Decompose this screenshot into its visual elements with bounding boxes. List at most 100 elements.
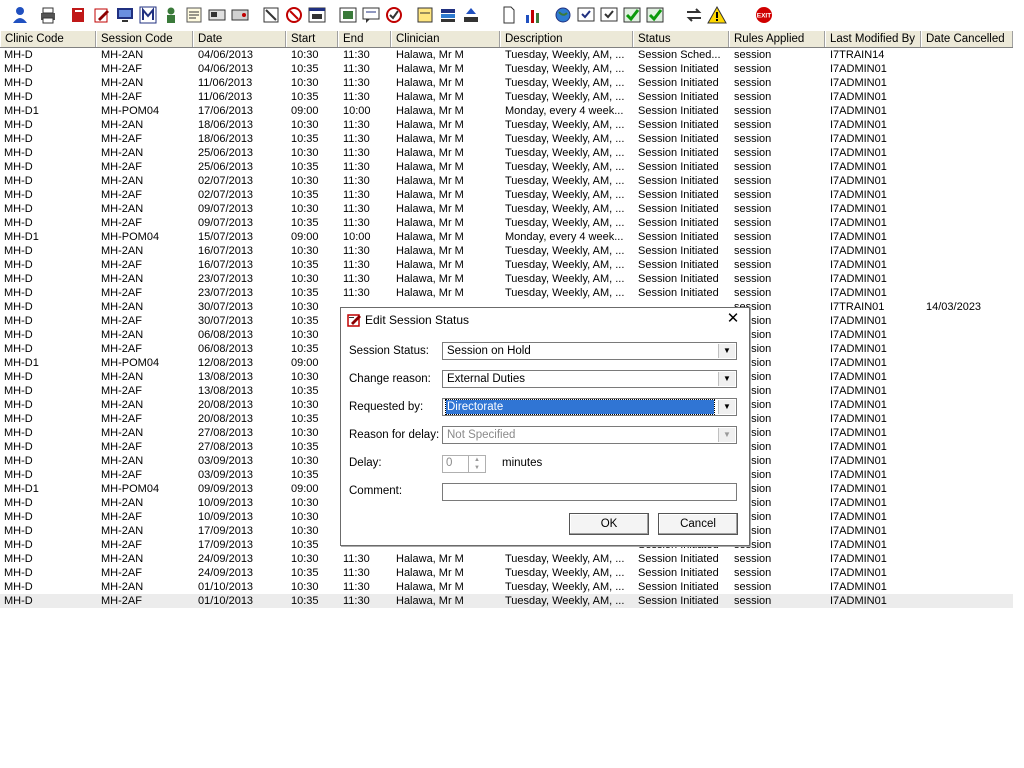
table-row[interactable]: MH-D1 MH-POM04 15/07/2013 09:00 10:00 Halawa,… [0,230,1013,244]
chevron-down-icon[interactable]: ▼ [718,400,735,414]
table-row[interactable]: MH-D MH-2AN 16/07/2013 10:30 11:30 Halawa, Mr… [0,244,1013,258]
table-cell: MH-2AN [101,49,144,61]
spin-down-icon[interactable]: ▼ [469,464,485,472]
table-row[interactable]: MH-D MH-2AF 18/06/2013 10:35 11:30 Halawa, Mr… [0,132,1013,146]
table-cell: 18/06/2013 [198,119,254,131]
table-row[interactable]: MH-D MH-2AN 02/07/2013 10:30 11:30 Halawa, Mr… [0,174,1013,188]
memo-icon[interactable] [415,5,435,25]
table-cell: 10:35 [291,63,319,75]
table-row[interactable]: MH-D MH-2AF 01/10/2013 10:35 11:30 Halawa, Mr… [0,594,1013,608]
table-row[interactable]: MH-D MH-2AN 01/10/2013 10:30 11:30 Halawa, Mr… [0,580,1013,594]
column-header[interactable]: Last Modified By [825,31,921,47]
table-row[interactable]: MH-D MH-2AF 04/06/2013 10:35 11:30 Halawa, Mr… [0,62,1013,76]
window-icon[interactable] [307,5,327,25]
table-row[interactable]: MH-D MH-2AN 23/07/2013 10:30 11:30 Halawa, Mr… [0,272,1013,286]
column-header[interactable]: Clinic Code [0,31,96,47]
column-header[interactable]: Date [193,31,286,47]
table-cell: MH-POM04 [101,231,160,243]
table-cell: Tuesday, Weekly, AM, ... [505,217,625,229]
table-cell: MH-POM04 [101,483,160,495]
person-icon[interactable] [161,5,181,25]
table-cell: MH-2AF [101,315,142,327]
column-header[interactable]: Session Code [96,31,193,47]
column-header[interactable]: Description [500,31,633,47]
warning-icon[interactable] [707,5,727,25]
table-cell: MH-D [4,133,33,145]
clear-icon[interactable] [261,5,281,25]
m-icon[interactable] [138,5,158,25]
column-header[interactable]: Clinician [391,31,500,47]
delay-stepper[interactable]: 0 ▲ ▼ [442,455,486,473]
swap-icon[interactable] [684,5,704,25]
table-cell: 10:30 [291,175,319,187]
check-circle-icon[interactable] [384,5,404,25]
table-row[interactable]: MH-D MH-2AF 16/07/2013 10:35 11:30 Halawa, Mr… [0,258,1013,272]
table-row[interactable]: MH-D MH-2AF 09/07/2013 10:35 11:30 Halawa, Mr… [0,216,1013,230]
notes-icon[interactable] [184,5,204,25]
cancel-button[interactable]: Cancel [658,513,738,535]
table-cell: session [734,105,772,117]
stack-icon[interactable] [438,5,458,25]
chart-icon[interactable] [522,5,542,25]
table-cell: MH-D [4,77,33,89]
column-header[interactable]: Rules Applied [729,31,825,47]
block-icon[interactable] [284,5,304,25]
ok-button[interactable]: OK [569,513,649,535]
print-icon[interactable] [38,5,58,25]
column-header[interactable]: Status [633,31,729,47]
table-row[interactable]: MH-D MH-2AN 04/06/2013 10:30 11:30 Halawa, Mr… [0,48,1013,62]
user-icon[interactable] [10,5,30,25]
chevron-down-icon[interactable]: ▼ [718,344,735,358]
column-header[interactable]: Date Cancelled [921,31,1013,47]
spin-up-icon[interactable]: ▲ [469,456,485,464]
table-row[interactable]: MH-D MH-2AF 11/06/2013 10:35 11:30 Halawa, Mr… [0,90,1013,104]
exit-icon[interactable]: EXIT [754,5,774,25]
table-row[interactable]: MH-D MH-2AN 25/06/2013 10:30 11:30 Halawa, Mr… [0,146,1013,160]
close-icon[interactable]: ✕ [725,311,741,327]
table-row[interactable]: MH-D MH-2AN 24/09/2013 10:30 11:30 Halawa, Mr… [0,552,1013,566]
chat-icon[interactable] [361,5,381,25]
table-cell: MH-D [4,455,33,467]
table-cell: 03/09/2013 [198,455,254,467]
change-reason-select[interactable]: External Duties ▼ [442,370,737,388]
table-row[interactable]: MH-D MH-2AN 11/06/2013 10:30 11:30 Halawa, Mr… [0,76,1013,90]
table-row[interactable]: MH-D MH-2AF 25/06/2013 10:35 11:30 Halawa, Mr… [0,160,1013,174]
green-check-icon[interactable] [622,5,642,25]
globe-icon[interactable] [553,5,573,25]
ticket-icon[interactable] [230,5,250,25]
requested-by-select[interactable]: Directorate ▼ [442,398,737,416]
table-row[interactable]: MH-D MH-2AF 23/07/2013 10:35 11:30 Halawa, Mr… [0,286,1013,300]
table-cell [926,440,1012,454]
table-row[interactable]: MH-D MH-2AN 18/06/2013 10:30 11:30 Halawa, Mr… [0,118,1013,132]
edit-icon[interactable] [92,5,112,25]
session-status-select[interactable]: Session on Hold ▼ [442,342,737,360]
table-cell: I7ADMIN01 [830,483,887,495]
table-cell: 10:35 [291,259,319,271]
column-header[interactable]: End [338,31,391,47]
table-cell: I7ADMIN01 [830,595,887,607]
column-header[interactable]: Start [286,31,338,47]
table-cell: Tuesday, Weekly, AM, ... [505,63,625,75]
table-row[interactable]: MH-D MH-2AF 02/07/2013 10:35 11:30 Halawa, Mr… [0,188,1013,202]
table-row[interactable]: MH-D MH-2AF 24/09/2013 10:35 11:30 Halawa, Mr… [0,566,1013,580]
session-status-label: Session Status: [349,345,429,357]
monitor-icon[interactable] [115,5,135,25]
chevron-down-icon[interactable]: ▼ [718,428,735,442]
reason-for-delay-select[interactable]: Not Specified ▼ [442,426,737,444]
scan-icon[interactable] [338,5,358,25]
upload-icon[interactable] [461,5,481,25]
dialog-titlebar[interactable]: Edit Session Status ✕ [341,308,749,332]
card-icon[interactable] [207,5,227,25]
approve-alt-icon[interactable] [599,5,619,25]
table-cell: MH-2AN [101,455,144,467]
comment-field[interactable] [442,483,737,501]
table-cell: 12/08/2013 [198,357,254,369]
green-check-alt-icon[interactable] [645,5,665,25]
document-icon[interactable] [499,5,519,25]
chevron-down-icon[interactable]: ▼ [718,372,735,386]
table-row[interactable]: MH-D MH-2AN 09/07/2013 10:30 11:30 Halawa, Mr… [0,202,1013,216]
spinner[interactable]: ▲ ▼ [468,456,485,472]
table-row[interactable]: MH-D1 MH-POM04 17/06/2013 09:00 10:00 Halawa,… [0,104,1013,118]
approve-icon[interactable] [576,5,596,25]
book-icon[interactable] [69,5,89,25]
